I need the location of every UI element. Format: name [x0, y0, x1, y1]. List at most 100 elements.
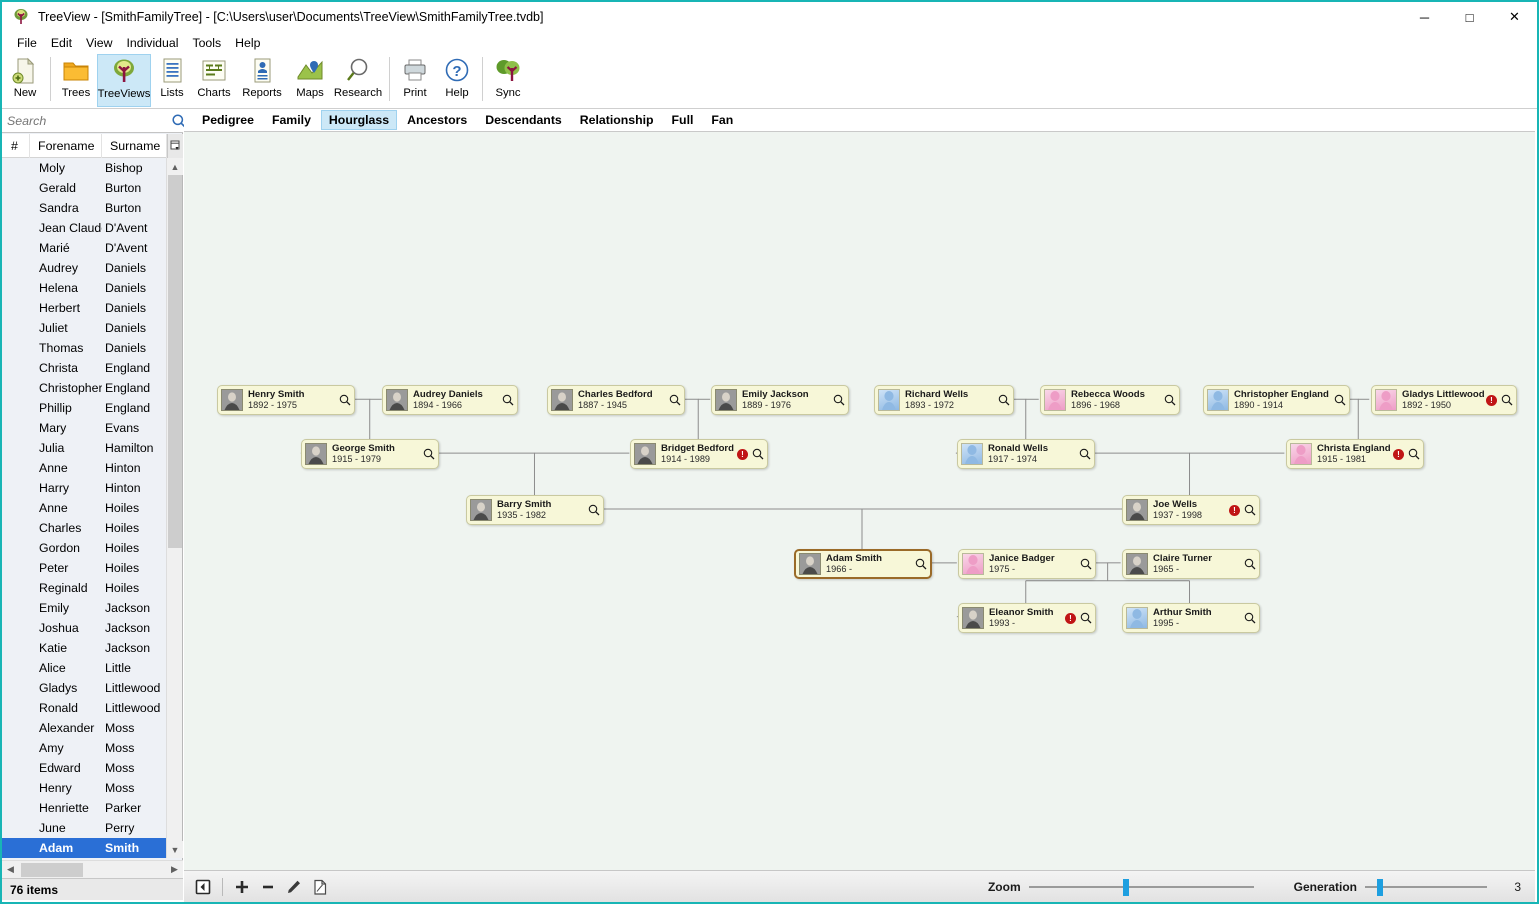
tab-descendants[interactable]: Descendants [477, 110, 570, 130]
list-item[interactable]: Gladys Littlewood [2, 678, 167, 698]
list-item[interactable]: Mary Evans [2, 418, 167, 438]
toolbar-button-treeviews[interactable]: TreeViews [97, 54, 151, 107]
tab-ancestors[interactable]: Ancestors [399, 110, 475, 130]
tab-fan[interactable]: Fan [703, 110, 741, 130]
node-magnifier-icon[interactable] [997, 394, 1010, 406]
zoom-slider[interactable] [1028, 877, 1254, 897]
generation-slider[interactable] [1365, 877, 1487, 897]
menu-tools[interactable]: Tools [185, 34, 228, 52]
list-item[interactable]: Audrey Daniels [2, 258, 167, 278]
list-item[interactable]: Anne Hinton [2, 458, 167, 478]
tab-family[interactable]: Family [264, 110, 319, 130]
node-magnifier-icon[interactable] [1333, 394, 1346, 406]
person-node[interactable]: Gladys Littlewood 1892 - 1950! [1371, 385, 1517, 415]
node-magnifier-icon[interactable] [1079, 558, 1092, 570]
person-node[interactable]: Adam Smith 1966 - [794, 549, 932, 579]
list-item[interactable]: Phillip England [2, 398, 167, 418]
list-item[interactable]: Amy Moss [2, 738, 167, 758]
list-item[interactable]: Alice Little [2, 658, 167, 678]
list-item[interactable]: Marié D'Avent [2, 238, 167, 258]
alert-badge-icon[interactable]: ! [1065, 612, 1076, 624]
person-node[interactable]: Christa England 1915 - 1981! [1286, 439, 1424, 469]
node-magnifier-icon[interactable] [587, 504, 600, 516]
list-item[interactable]: Harry Hinton [2, 478, 167, 498]
toolbar-button-sync[interactable]: Sync [487, 54, 529, 107]
tab-hourglass[interactable]: Hourglass [320, 110, 398, 130]
list-item[interactable]: Charles Hoiles [2, 518, 167, 538]
person-node[interactable]: Charles Bedford 1887 - 1945 [547, 385, 685, 415]
menu-view[interactable]: View [79, 34, 119, 52]
alert-badge-icon[interactable]: ! [1393, 448, 1404, 460]
maximize-button[interactable]: □ [1447, 2, 1492, 32]
list-item[interactable]: Jean Claude D'Avent [2, 218, 167, 238]
node-magnifier-icon[interactable] [1163, 394, 1176, 406]
list-item[interactable]: Adam Smith [2, 838, 167, 858]
alert-badge-icon[interactable]: ! [737, 448, 748, 460]
zoom-out-button[interactable] [255, 875, 281, 899]
person-node[interactable]: Ronald Wells 1917 - 1974 [957, 439, 1095, 469]
list-item[interactable]: Emily Jackson [2, 598, 167, 618]
menu-edit[interactable]: Edit [44, 34, 79, 52]
column-header-number[interactable]: # [2, 133, 30, 158]
list-item[interactable]: June Perry [2, 818, 167, 838]
node-magnifier-icon[interactable] [668, 394, 681, 406]
list-item[interactable]: Christa England [2, 358, 167, 378]
list-item[interactable]: Juliet Daniels [2, 318, 167, 338]
person-node[interactable]: Richard Wells 1893 - 1972 [874, 385, 1014, 415]
node-magnifier-icon[interactable] [914, 558, 927, 570]
person-node[interactable]: Henry Smith 1892 - 1975 [217, 385, 355, 415]
column-chooser-icon[interactable] [167, 133, 183, 158]
tab-pedigree[interactable]: Pedigree [194, 110, 262, 130]
list-item[interactable]: Helena Daniels [2, 278, 167, 298]
list-item[interactable]: Julia Hamilton [2, 438, 167, 458]
list-item[interactable]: Gordon Hoiles [2, 538, 167, 558]
zoom-in-button[interactable] [229, 875, 255, 899]
list-item[interactable]: Herbert Daniels [2, 298, 167, 318]
list-item[interactable]: Alexander Moss [2, 718, 167, 738]
person-node[interactable]: Janice Badger 1975 - [958, 549, 1096, 579]
node-magnifier-icon[interactable] [1500, 394, 1513, 406]
toolbar-button-help[interactable]: ? Help [436, 54, 478, 107]
person-node[interactable]: Joe Wells 1937 - 1998! [1122, 495, 1260, 525]
node-magnifier-icon[interactable] [751, 448, 764, 460]
tree-canvas[interactable]: Henry Smith 1892 - 1975 Audrey Daniels 1894… [184, 132, 1535, 870]
node-magnifier-icon[interactable] [832, 394, 845, 406]
list-item[interactable]: Anne Hoiles [2, 498, 167, 518]
list-item[interactable]: Moly Bishop [2, 158, 167, 178]
column-header-forename[interactable]: Forename [30, 133, 102, 158]
tab-full[interactable]: Full [664, 110, 702, 130]
list-item[interactable]: Peter Hoiles [2, 558, 167, 578]
toolbar-button-charts[interactable]: Charts [193, 54, 235, 107]
list-item[interactable]: Edward Moss [2, 758, 167, 778]
list-item[interactable]: Henry Moss [2, 778, 167, 798]
node-magnifier-icon[interactable] [501, 394, 514, 406]
node-magnifier-icon[interactable] [1243, 504, 1256, 516]
list-item[interactable]: Sandra Burton [2, 198, 167, 218]
edit-button[interactable] [281, 875, 307, 899]
menu-file[interactable]: File [10, 34, 44, 52]
toolbar-button-print[interactable]: Print [394, 54, 436, 107]
horizontal-scroll-thumb[interactable] [21, 862, 83, 877]
vertical-scroll-thumb[interactable] [168, 175, 182, 548]
close-button[interactable]: ✕ [1492, 2, 1537, 32]
list-item[interactable]: Henriette Parker [2, 798, 167, 818]
node-magnifier-icon[interactable] [1079, 612, 1092, 624]
node-magnifier-icon[interactable] [338, 394, 351, 406]
tab-relationship[interactable]: Relationship [572, 110, 662, 130]
list-item[interactable]: Thomas Daniels [2, 338, 167, 358]
person-node[interactable]: Christopher England 1890 - 1914 [1203, 385, 1350, 415]
list-vertical-scrollbar[interactable]: ▲ ▼ [166, 158, 183, 858]
person-node[interactable]: Arthur Smith 1995 - [1122, 603, 1260, 633]
node-magnifier-icon[interactable] [422, 448, 435, 460]
zoom-slider-knob[interactable] [1123, 878, 1130, 896]
person-node[interactable]: Bridget Bedford 1914 - 1989! [630, 439, 768, 469]
list-item[interactable]: Katie Jackson [2, 638, 167, 658]
node-magnifier-icon[interactable] [1078, 448, 1091, 460]
pdf-export-button[interactable] [307, 875, 333, 899]
horizontal-scroll-track[interactable] [19, 861, 166, 879]
list-item[interactable]: Joshua Jackson [2, 618, 167, 638]
list-item[interactable]: Gerald Burton [2, 178, 167, 198]
list-item[interactable]: Ronald Littlewood [2, 698, 167, 718]
column-header-surname[interactable]: Surname [102, 133, 167, 158]
toolbar-button-maps[interactable]: Maps [289, 54, 331, 107]
